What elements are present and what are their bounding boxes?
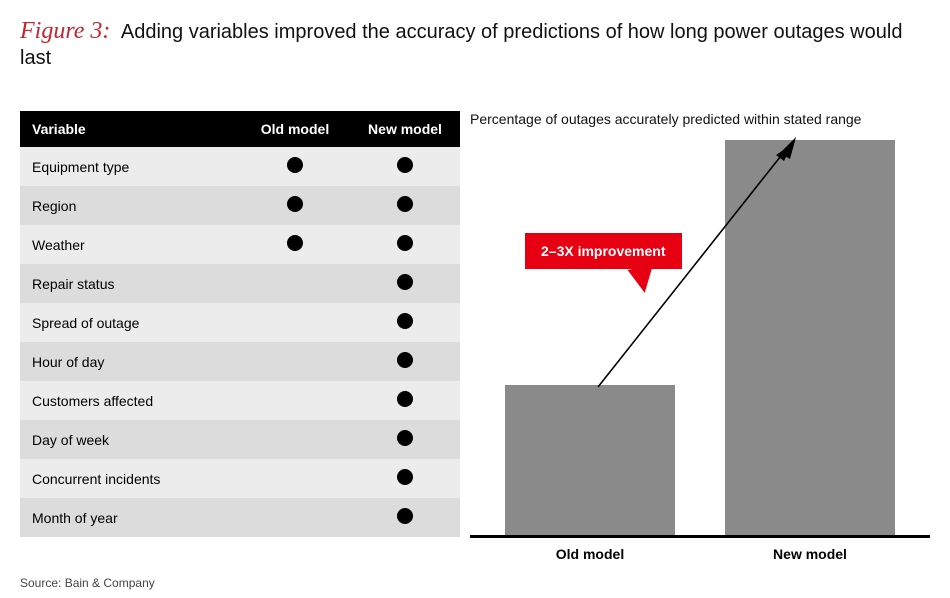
variable-label: Customers affected (20, 381, 240, 420)
table-row: Customers affected (20, 381, 460, 420)
old-model-cell (240, 225, 350, 264)
table-header-row: Variable Old model New model (20, 111, 460, 147)
dot-icon (397, 352, 413, 368)
dot-icon (397, 313, 413, 329)
figure-title: Figure 3: Adding variables improved the … (20, 18, 930, 71)
new-model-cell (350, 498, 460, 537)
dot-icon (397, 196, 413, 212)
variable-label: Repair status (20, 264, 240, 303)
old-model-cell (240, 420, 350, 459)
dot-icon (397, 469, 413, 485)
table-row: Repair status (20, 264, 460, 303)
col-old-model: Old model (240, 111, 350, 147)
new-model-cell (350, 186, 460, 225)
new-model-cell (350, 420, 460, 459)
chart-panel: Percentage of outages accurately predict… (470, 111, 930, 562)
variable-label: Spread of outage (20, 303, 240, 342)
new-model-cell (350, 342, 460, 381)
old-model-cell (240, 303, 350, 342)
improvement-arrow (590, 135, 810, 395)
variable-label: Hour of day (20, 342, 240, 381)
figure-number: Figure 3: (20, 18, 110, 44)
variable-label: Weather (20, 225, 240, 264)
source-line: Source: Bain & Company (20, 576, 155, 590)
new-model-cell (350, 225, 460, 264)
dot-icon (287, 235, 303, 251)
dot-icon (287, 157, 303, 173)
variable-label: Month of year (20, 498, 240, 537)
old-model-cell (240, 342, 350, 381)
col-variable: Variable (20, 111, 240, 147)
variable-label: Region (20, 186, 240, 225)
table-row: Month of year (20, 498, 460, 537)
variables-table: Variable Old model New model Equipment t… (20, 111, 460, 537)
old-model-cell (240, 498, 350, 537)
table-row: Concurrent incidents (20, 459, 460, 498)
col-new-model: New model (350, 111, 460, 147)
dot-icon (397, 430, 413, 446)
table-row: Weather (20, 225, 460, 264)
dot-icon (287, 196, 303, 212)
dot-icon (397, 274, 413, 290)
table-row: Equipment type (20, 147, 460, 186)
old-model-cell (240, 459, 350, 498)
variable-label: Day of week (20, 420, 240, 459)
dot-icon (397, 235, 413, 251)
table-row: Hour of day (20, 342, 460, 381)
variable-label: Concurrent incidents (20, 459, 240, 498)
variables-table-panel: Variable Old model New model Equipment t… (20, 111, 460, 562)
figure-title-text: Adding variables improved the accuracy o… (20, 21, 902, 69)
old-model-cell (240, 147, 350, 186)
dot-icon (397, 391, 413, 407)
new-model-cell (350, 381, 460, 420)
old-model-cell (240, 264, 350, 303)
chart-title: Percentage of outages accurately predict… (470, 111, 930, 127)
xlabel-new-model: New model (725, 546, 895, 562)
dot-icon (397, 508, 413, 524)
table-row: Spread of outage (20, 303, 460, 342)
xlabel-old-model: Old model (505, 546, 675, 562)
variable-label: Equipment type (20, 147, 240, 186)
old-model-cell (240, 381, 350, 420)
table-row: Region (20, 186, 460, 225)
table-row: Day of week (20, 420, 460, 459)
x-axis-labels: Old model New model (470, 546, 930, 562)
new-model-cell (350, 303, 460, 342)
old-model-cell (240, 186, 350, 225)
bar-old-model (505, 385, 675, 535)
dot-icon (397, 157, 413, 173)
new-model-cell (350, 459, 460, 498)
chart-area: 2–3X improvement (470, 133, 930, 538)
new-model-cell (350, 264, 460, 303)
new-model-cell (350, 147, 460, 186)
